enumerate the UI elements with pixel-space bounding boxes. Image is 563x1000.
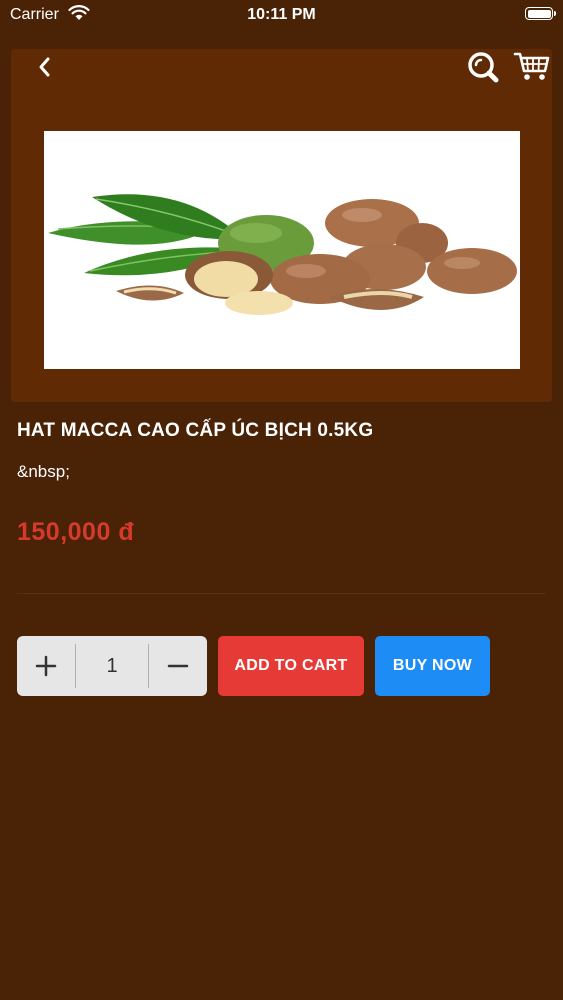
product-image: [44, 131, 520, 369]
chevron-left-icon: [39, 57, 50, 77]
quantity-increase-button[interactable]: [17, 636, 75, 696]
divider: [17, 593, 546, 594]
macadamia-nuts-image: [44, 131, 520, 369]
quantity-value[interactable]: 1: [76, 636, 148, 696]
cart-icon: [513, 52, 550, 80]
battery-icon: [525, 7, 556, 20]
status-bar: Carrier 10:11 PM: [0, 0, 563, 30]
product-price: 150,000 đ: [17, 518, 135, 546]
cart-button[interactable]: [512, 49, 552, 85]
status-time: 10:11 PM: [247, 6, 316, 23]
back-button[interactable]: [29, 51, 65, 87]
add-to-cart-button[interactable]: ADD TO CART: [218, 636, 364, 696]
search-button[interactable]: [463, 49, 503, 85]
search-icon: [468, 52, 499, 83]
buy-now-button[interactable]: BUY NOW: [375, 636, 490, 696]
product-hero: [11, 49, 552, 402]
quantity-decrease-button[interactable]: [149, 636, 207, 696]
product-title: HAT MACCA CAO CẤP ÚC BỊCH 0.5KG: [17, 420, 374, 441]
minus-icon: [167, 664, 189, 668]
quantity-stepper: 1: [17, 636, 207, 696]
product-description: &nbsp;: [17, 462, 70, 481]
plus-icon: [35, 655, 57, 677]
